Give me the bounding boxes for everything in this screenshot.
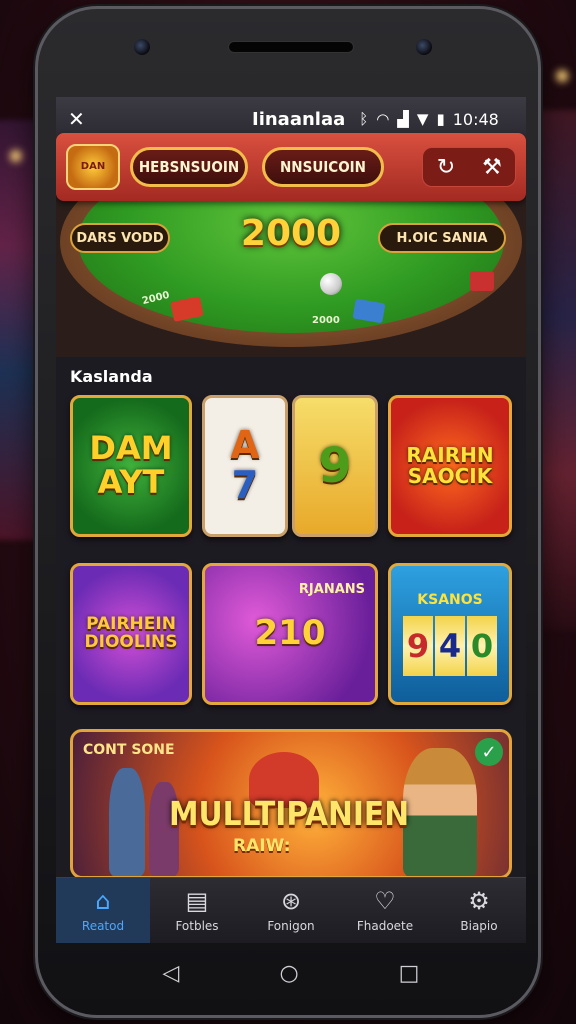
nav-label: Fonigon [267, 918, 315, 933]
clock: 10:48 [452, 109, 499, 129]
table-left-label[interactable]: DARS VODD [70, 223, 170, 253]
banner-subtitle: RAIW: [233, 836, 291, 856]
earpiece-speaker [228, 41, 354, 53]
wifi-icon: ◠ [376, 110, 390, 128]
game-tile[interactable]: RAIRHN SAOCIK [388, 395, 512, 537]
back-icon[interactable]: ◁ [163, 961, 180, 986]
jackpot-amount: 2000 [240, 213, 342, 254]
game-tile[interactable]: DAM AYT [70, 395, 192, 537]
game-title: A [230, 423, 260, 468]
table-right-label[interactable]: H.OIC SANIA [378, 223, 506, 253]
header-button-2[interactable]: NNSUICOIN [262, 147, 384, 187]
tools-icon[interactable]: ⚒ [469, 148, 515, 186]
chips-icon [470, 271, 494, 291]
reel: 0 [467, 616, 497, 676]
x-icon[interactable]: ✕ [68, 107, 102, 131]
game-title: 9 [318, 437, 352, 494]
nav-label: Biapio [460, 918, 498, 933]
sensor [416, 39, 432, 55]
game-subtitle: RJANANS [298, 582, 365, 597]
game-subtitle: 7 [231, 463, 259, 507]
ball-icon [320, 273, 342, 295]
game-tile[interactable]: KSANOS 9 4 0 [388, 563, 512, 705]
nav-item-chip[interactable]: ⊛ Fonigon [244, 878, 338, 943]
nav-label: Reatod [81, 918, 125, 933]
carrier-name: Iinaanlaa [252, 108, 346, 130]
explorer-figure [403, 748, 477, 876]
heart-icon: ♡ [374, 886, 396, 915]
game-tile[interactable]: RJANANS 210 [202, 563, 378, 705]
app-header: DAN HEBSNSUOIN NNSUICOIN ↻ ⚒ [56, 133, 526, 201]
home-icon: ⌂ [95, 886, 111, 915]
bluetooth-icon: ᛒ [359, 110, 369, 128]
game-title: RAIRHN SAOCIK [406, 443, 494, 488]
section-title: Kaslanda [70, 367, 153, 386]
reel: 4 [435, 616, 465, 676]
slot-reels: 9 4 0 [403, 616, 497, 676]
front-camera [134, 39, 150, 55]
game-title: DAM AYT [89, 429, 173, 501]
nav-item-favorites[interactable]: ♡ Fhadoete [338, 878, 432, 943]
bottom-navigation: ⌂ Reatod ▤ Fotbles ⊛ Fonigon ♡ Fhadoete … [56, 877, 526, 943]
chip-icon: ⊛ [280, 886, 302, 915]
background-light [10, 150, 22, 162]
battery-icon: ▮ [436, 110, 445, 128]
dancer-figure [109, 768, 145, 876]
home-circle-icon[interactable]: ○ [279, 961, 298, 986]
game-title: 210 [254, 613, 326, 654]
game-title: KSANOS [417, 592, 483, 608]
reel: 9 [403, 616, 433, 676]
nav-item-home[interactable]: ⌂ Reatod [56, 878, 150, 943]
game-tile[interactable]: PAIRHEIN DIOOLINS [70, 563, 192, 705]
list-icon: ▤ [185, 886, 209, 915]
gear-icon: ⚙ [468, 886, 490, 915]
banner-title: MULLTIPANIEN [169, 794, 410, 833]
wifi-icon: ▼ [416, 110, 429, 128]
banner-top-label: CONT SONE [83, 742, 175, 758]
game-title: PAIRHEIN DIOOLINS [84, 614, 178, 652]
nav-label: Fotbles [175, 918, 219, 933]
casino-table-banner[interactable]: DARS VODD 2000 H.OIC SANIA 2000 2000 [56, 197, 526, 357]
app-logo[interactable]: DAN [66, 144, 120, 190]
signal-icon: ▟ [397, 110, 409, 128]
promo-banner[interactable]: CONT SONE MULLTIPANIEN RAIW: ✓ [70, 729, 512, 879]
recents-icon[interactable]: □ [399, 961, 420, 986]
nav-item-settings[interactable]: ⚙ Biapio [432, 878, 526, 943]
nav-item-list[interactable]: ▤ Fotbles [150, 878, 244, 943]
refresh-icon[interactable]: ↻ [423, 148, 469, 186]
background-light [556, 70, 568, 82]
game-tile[interactable]: 9 [292, 395, 378, 537]
screen: ✕ Iinaanlaa ᛒ ◠ ▟ ▼ ▮ 10:48 DAN HEBSNSUO… [56, 97, 526, 943]
game-tile[interactable]: A 7 [202, 395, 288, 537]
system-navigation: ◁ ○ □ [38, 961, 544, 986]
header-button-1[interactable]: HEBSNSUOIN [130, 147, 248, 187]
felt-label: 2000 [312, 315, 340, 326]
nav-label: Fhadoete [356, 918, 414, 933]
header-tools: ↻ ⚒ [422, 147, 516, 187]
banner-check-icon[interactable]: ✓ [475, 738, 503, 766]
status-icons: ᛒ ◠ ▟ ▼ ▮ [359, 110, 444, 128]
phone-frame: ✕ Iinaanlaa ᛒ ◠ ▟ ▼ ▮ 10:48 DAN HEBSNSUO… [35, 6, 541, 1018]
